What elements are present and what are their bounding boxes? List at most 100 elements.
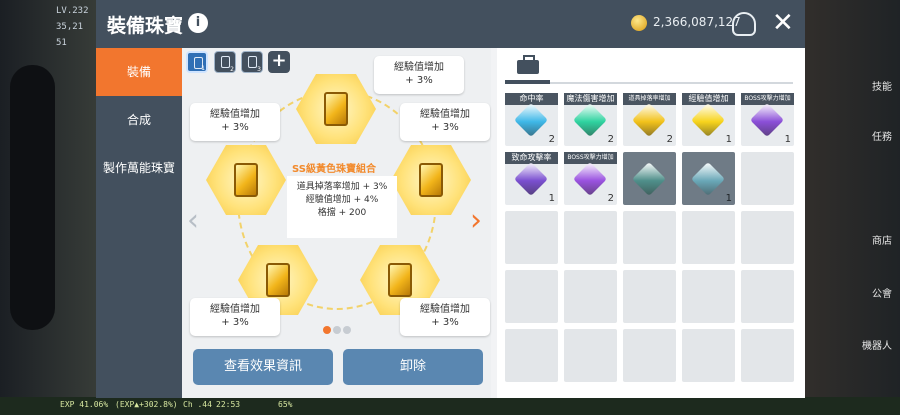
battery: 65% [278,400,293,409]
inventory-cell[interactable] [741,211,794,264]
jewel-icon [632,103,666,137]
inventory-cell[interactable]: 1 [682,152,735,205]
inventory-cell[interactable]: 經驗值增加 1 [682,93,735,146]
slot-number: 2 [230,66,234,73]
jewel-settings-icon[interactable] [732,12,756,36]
page-dot [333,326,341,334]
hud-quest-label[interactable]: 任務 [872,128,892,143]
jewel-icon [750,103,784,137]
right-hud-menu: 技能 任務 商店 公會 機器人 [803,0,898,415]
inventory-cell[interactable]: 魔法傷害增加 2 [564,93,617,146]
jewel-set-area: 1 2 3 + 經驗值增加 + 3% 經驗值增加 + 3% 經驗值增加 + 3%… [182,48,491,398]
jewel-slot-1[interactable]: 1 [186,51,208,73]
inventory-cell[interactable]: BOSS攻擊力增加 1 [741,93,794,146]
tab-underline-active [505,80,550,84]
yellow-jewel-icon [388,263,412,297]
jewel-icon [514,103,548,137]
jewel-slot-2[interactable]: 2 [214,51,236,73]
inventory-cell[interactable]: 致命攻擊率 1 [505,152,558,205]
channel: Ch .44 [183,400,212,409]
view-effect-button[interactable]: 查看效果資訊 [193,349,333,385]
jewel-inventory: 命中率 2 魔法傷害增加 2 道具掉落率增加 2 經驗值增加 1 BOSS攻擊力增加 1 致命攻擊率… [497,48,805,398]
inventory-cell[interactable] [623,329,676,382]
side-tabs: 裝備 合成 製作萬能珠寶 [96,48,182,398]
inventory-cell[interactable] [682,329,735,382]
yellow-jewel-icon [324,92,348,126]
bonus-bubble-top: 經驗值增加 + 3% [374,56,464,94]
player-stat: 51 [56,38,67,48]
set-title: SS級黃色珠寶組合 [292,164,376,175]
add-slot-button[interactable]: + [268,51,290,73]
inventory-cell[interactable] [564,211,617,264]
page-dot [343,326,351,334]
clock: 22:53 [216,400,241,409]
title-bar: 裝備珠寶 i 2,366,087,127 ✕ [96,0,805,48]
jewel-slot-3[interactable]: 3 [241,51,263,73]
set-bonus-line: 格擋 + 200 [317,208,367,218]
jewel-count: 1 [725,134,732,145]
jewel-icon [691,103,725,137]
slot-number: 1 [201,65,205,72]
inventory-cell[interactable] [741,329,794,382]
inventory-cell[interactable] [623,270,676,323]
tab-equip[interactable]: 裝備 [96,48,182,96]
inventory-cell[interactable] [505,329,558,382]
jewel-count: 2 [607,134,614,145]
inventory-cell[interactable]: 命中率 2 [505,93,558,146]
player-level: LV.232 [56,6,89,16]
bonus-bubble-upper-left: 經驗值增加 + 3% [190,103,280,141]
bag-icon[interactable] [517,55,539,74]
inventory-cell[interactable] [682,270,735,323]
inventory-cell[interactable] [623,152,676,205]
info-icon[interactable]: i [188,13,208,33]
jewel-icon [573,103,607,137]
bonus-text: 經驗值增加 + 3% [394,62,444,86]
close-icon[interactable]: ✕ [772,8,794,38]
jewel-count: 2 [666,134,673,145]
jewel-count: 1 [548,193,555,204]
bonus-text: 經驗值增加 + 3% [420,109,470,133]
jewel-icon [691,162,725,196]
next-arrow-icon[interactable]: › [470,206,482,236]
jewel-icon [573,162,607,196]
inventory-cell[interactable]: 道具掉落率增加 2 [623,93,676,146]
window-title: 裝備珠寶 [107,15,184,37]
hud-skill-label[interactable]: 技能 [872,78,892,93]
jewel-count: 2 [607,193,614,204]
inventory-cell[interactable] [741,152,794,205]
inventory-cell[interactable] [505,211,558,264]
jewel-count: 1 [725,193,732,204]
left-hud-panel [10,65,55,330]
set-bonus-line: 經驗值增加 + 4% [305,195,379,205]
hud-shop-label[interactable]: 商店 [872,232,892,247]
inventory-cell[interactable] [564,270,617,323]
inventory-cell[interactable]: BOSS攻擊力增加 2 [564,152,617,205]
jewel-count: 1 [784,134,791,145]
unequip-button[interactable]: 卸除 [343,349,483,385]
hud-guild-label[interactable]: 公會 [872,285,892,300]
bonus-text: 經驗值增加 + 3% [420,304,470,328]
meso-amount: 2,366,087,127 [653,15,741,29]
inventory-cell[interactable] [682,211,735,264]
jewel-count: 2 [548,134,555,145]
page-indicator [323,319,353,338]
page-dot [323,326,331,334]
tab-craft-universal[interactable]: 製作萬能珠寶 [96,144,182,192]
player-hud: LV.232 35,21 51 [56,3,89,51]
bonus-text: 經驗值增加 + 3% [210,304,260,328]
inventory-cell[interactable] [623,211,676,264]
inventory-cell[interactable] [564,329,617,382]
exp-boost: (EXP▲+302.8%) [115,400,178,409]
jewel-window: 裝備珠寶 i 2,366,087,127 ✕ 裝備 合成 製作萬能珠寶 1 2 … [96,0,805,398]
inventory-cell[interactable] [741,270,794,323]
slot-number: 3 [257,66,261,73]
tab-synthesize[interactable]: 合成 [96,96,182,144]
status-bar: EXP 41.06% (EXP▲+302.8%) Ch .44 22:53 65… [0,397,900,415]
hud-robot-label[interactable]: 機器人 [862,337,892,352]
bonus-text: 經驗值增加 + 3% [210,109,260,133]
inventory-cell[interactable] [505,270,558,323]
prev-arrow-icon[interactable]: ‹ [187,206,199,236]
bonus-bubble-upper-right: 經驗值增加 + 3% [400,103,490,141]
bonus-bubble-lower-right: 經驗值增加 + 3% [400,298,490,336]
yellow-jewel-icon [266,263,290,297]
